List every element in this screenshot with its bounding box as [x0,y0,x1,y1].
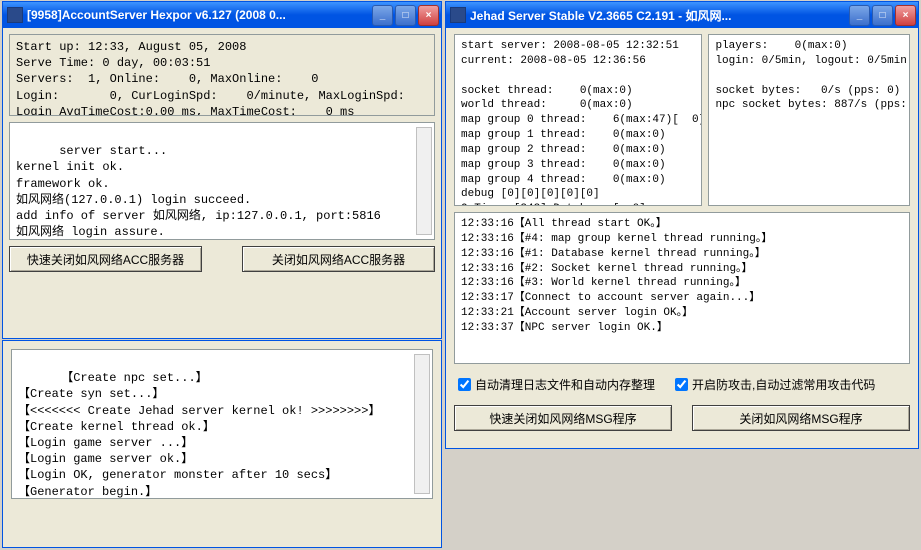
window-title: Jehad Server Stable V2.3665 C2.191 - 如风网… [470,7,849,24]
close-msg-button[interactable]: 关闭如风网络MSG程序 [692,405,910,431]
quick-close-acc-button[interactable]: 快速关闭如风网络ACC服务器 [9,246,202,272]
close-button[interactable]: × [895,5,916,26]
maximize-button[interactable]: □ [395,5,416,26]
log-text: 【Create npc set...】 【Create syn set...】 … [18,371,380,498]
anti-attack-checkbox[interactable]: 开启防攻击,自动过滤常用攻击代码 [675,376,875,393]
checkbox-label: 开启防攻击,自动过滤常用攻击代码 [692,376,875,393]
minimize-button[interactable]: _ [849,5,870,26]
account-server-window: [9958]AccountServer Hexpor v6.127 (2008 … [2,1,442,339]
scrollbar[interactable] [414,354,430,494]
stats-left-panel: start server: 2008-08-05 12:32:51 curren… [454,34,702,206]
jehad-server-window: Jehad Server Stable V2.3665 C2.191 - 如风网… [445,1,919,449]
app-icon [450,7,466,23]
log-panel: server start... kernel init ok. framewor… [9,122,435,240]
stats-right-text: players: 0(max:0) login: 0/5min, logout:… [715,40,910,111]
npc-server-window: 【Create npc set...】 【Create syn set...】 … [2,340,442,548]
log-text: 12:33:16【All thread start OK。】 12:33:16【… [461,218,772,334]
app-icon [7,7,23,23]
checkbox-input[interactable] [675,378,688,391]
minimize-button[interactable]: _ [372,5,393,26]
checkbox-label: 自动清理日志文件和自动内存整理 [475,376,655,393]
auto-clean-checkbox[interactable]: 自动清理日志文件和自动内存整理 [458,376,655,393]
stats-right-panel: players: 0(max:0) login: 0/5min, logout:… [708,34,910,206]
stats-left-text: start server: 2008-08-05 12:32:51 curren… [461,40,702,206]
close-button[interactable]: × [418,5,439,26]
stats-panel: Start up: 12:33, August 05, 2008 Serve T… [9,34,435,116]
maximize-button[interactable]: □ [872,5,893,26]
quick-close-msg-button[interactable]: 快速关闭如风网络MSG程序 [454,405,672,431]
log-panel: 【Create npc set...】 【Create syn set...】 … [11,349,433,499]
scrollbar[interactable] [416,127,432,235]
log-panel: 12:33:16【All thread start OK。】 12:33:16【… [454,212,910,364]
titlebar[interactable]: Jehad Server Stable V2.3665 C2.191 - 如风网… [446,2,918,28]
window-title: [9958]AccountServer Hexpor v6.127 (2008 … [27,8,372,22]
titlebar[interactable]: [9958]AccountServer Hexpor v6.127 (2008 … [3,2,441,28]
close-acc-button[interactable]: 关闭如风网络ACC服务器 [242,246,435,272]
log-text: server start... kernel init ok. framewor… [16,144,381,239]
stats-text: Start up: 12:33, August 05, 2008 Serve T… [16,40,435,116]
checkbox-input[interactable] [458,378,471,391]
